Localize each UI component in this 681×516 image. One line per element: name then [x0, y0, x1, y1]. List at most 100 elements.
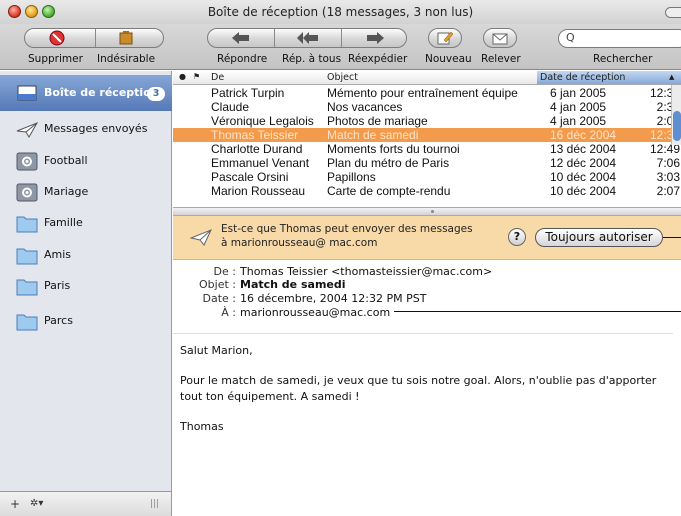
sender-cell: Patrick Turpin: [211, 86, 285, 100]
subject-cell: Mémento pour entraînement équipe: [327, 86, 518, 100]
sent-icon: [16, 122, 39, 138]
splitter-dot: [431, 210, 434, 213]
sender-cell: Véronique Legalois: [211, 114, 314, 128]
scroll-thumb[interactable]: [673, 111, 681, 141]
smart-folder-icon: [16, 152, 38, 171]
message-row[interactable]: Claude Nos vacances 4 jan 2005 2:37: [173, 100, 681, 114]
junk-icon[interactable]: [118, 30, 134, 49]
subject-key: Objet :: [199, 278, 236, 291]
permission-line-1: Est-ce que Thomas peut envoyer des messa…: [221, 223, 473, 235]
sidebar-item-label: Football: [44, 154, 88, 167]
get-mail-button[interactable]: Relever: [481, 53, 521, 65]
search-input[interactable]: Q: [558, 29, 681, 48]
search-icon: Q: [566, 31, 575, 44]
message-row[interactable]: Charlotte Durand Moments forts du tournoi…: [173, 142, 681, 156]
delete-button[interactable]: Supprimer: [28, 53, 83, 65]
list-scrollbar[interactable]: [671, 85, 681, 145]
time-cell: 3:03: [656, 170, 680, 184]
title-bar: Boîte de réception (18 messages, 3 non l…: [0, 0, 681, 24]
date-cell: 13 déc 2004: [550, 142, 617, 156]
inbox-icon: [17, 85, 37, 101]
add-mailbox-button[interactable]: +: [10, 497, 20, 511]
search-label: Rechercher: [593, 53, 653, 65]
toolbar: Supprimer Indésirable Répondre Rép. à to…: [0, 24, 681, 70]
column-status[interactable]: ●: [179, 72, 186, 81]
greeting: Salut Marion,: [180, 344, 253, 357]
delete-icon[interactable]: [49, 30, 65, 49]
folder-icon: [16, 279, 38, 296]
message-row[interactable]: Pascale Orsini Papillons 10 déc 2004 3:03: [173, 170, 681, 184]
to-value[interactable]: marionrousseau@mac.com: [240, 306, 390, 319]
date-cell: 4 jan 2005: [550, 100, 607, 114]
sidebar-item-sent[interactable]: Messages envoyés: [0, 111, 172, 147]
date-cell: 10 déc 2004: [550, 184, 617, 198]
date-cell: 4 jan 2005: [550, 114, 607, 128]
subject-cell: Match de samedi: [327, 128, 419, 142]
message-row[interactable]: Thomas Teissier Match de samedi 16 déc 200…: [173, 128, 681, 142]
pane-splitter[interactable]: [173, 207, 681, 216]
new-message-button[interactable]: Nouveau: [425, 53, 472, 65]
forward-icon[interactable]: [366, 32, 384, 47]
sort-ascending-icon[interactable]: ▲: [669, 73, 674, 81]
column-flag[interactable]: ⚑: [193, 72, 200, 81]
sidebar-item-famille[interactable]: Famille: [0, 205, 172, 241]
column-subject[interactable]: Object: [327, 72, 358, 83]
sender-cell: Thomas Teissier: [211, 128, 299, 142]
column-date[interactable]: Date de réception: [540, 72, 625, 83]
subject-cell: Carte de compte-rendu: [327, 184, 451, 198]
subject-cell: Photos de mariage: [327, 114, 428, 128]
callout-line: [663, 237, 681, 238]
resize-handle[interactable]: |||: [150, 499, 159, 509]
sender-cell: Charlotte Durand: [211, 142, 303, 156]
sender-permission-banner: Est-ce que Thomas peut envoyer des messa…: [173, 216, 681, 260]
sender-cell: Emmanuel Venant: [211, 156, 310, 170]
from-key: De :: [213, 265, 236, 278]
date-key: Date :: [202, 292, 237, 305]
get-mail-icon: [492, 33, 508, 45]
message-row[interactable]: Véronique Legalois Photos de mariage 4 jan…: [173, 114, 681, 128]
to-key: À :: [221, 306, 236, 319]
junk-button[interactable]: Indésirable: [97, 53, 155, 65]
date-cell: 16 déc 2004: [550, 128, 617, 142]
new-message-button-shape[interactable]: [428, 28, 462, 48]
date-cell: 12 déc 2004: [550, 156, 617, 170]
action-menu-button[interactable]: ✲▾: [30, 498, 43, 509]
subject-cell: Moments forts du tournoi: [327, 142, 460, 156]
sender-cell: Marion Rousseau: [211, 184, 306, 198]
column-from[interactable]: De: [211, 72, 224, 83]
always-allow-button[interactable]: Toujours autoriser: [535, 228, 663, 247]
message-list: ● ⚑ De Object Date de réception ▲ Patric…: [173, 71, 681, 211]
smart-folder-icon: [16, 183, 38, 202]
reply-button[interactable]: Répondre: [217, 53, 267, 65]
help-button[interactable]: ?: [508, 228, 526, 246]
sidebar-item-label: Parcs: [44, 314, 73, 327]
time-cell: 2:07: [656, 184, 680, 198]
date-cell: 6 jan 2005: [550, 86, 607, 100]
forward-button[interactable]: Réexpédier: [348, 53, 407, 65]
toolbar-toggle-button[interactable]: [665, 7, 681, 18]
sidebar-item-parcs[interactable]: Parcs: [0, 303, 172, 339]
folder-icon: [16, 248, 38, 265]
date-value: 16 décembre, 2004 12:32 PM PST: [240, 292, 427, 305]
reply-all-button[interactable]: Rép. à tous: [282, 53, 341, 65]
mailbox-sidebar: Boîte de réception 3 Messages envoyés Fo…: [0, 71, 172, 491]
reply-icon[interactable]: [232, 32, 250, 47]
reply-all-icon[interactable]: [297, 32, 319, 47]
list-header: ● ⚑ De Object Date de réception ▲: [173, 71, 681, 85]
sidebar-item-paris[interactable]: Paris: [0, 268, 172, 304]
subject-value: Match de samedi: [240, 278, 346, 291]
get-mail-button-shape[interactable]: [483, 28, 517, 48]
sender-cell: Claude: [211, 100, 250, 114]
message-row[interactable]: Patrick Turpin Mémento pour entraînement …: [173, 86, 681, 100]
message-row[interactable]: Marion Rousseau Carte de compte-rendu 10 d…: [173, 184, 681, 198]
message-view: De : Thomas Teissier <thomasteissier@mac.…: [173, 261, 681, 516]
sender-cell: Pascale Orsini: [211, 170, 289, 184]
subject-cell: Plan du métro de Paris: [327, 156, 450, 170]
sidebar-item-inbox[interactable]: Boîte de réception 3: [0, 75, 172, 111]
time-cell: 7:06: [656, 156, 680, 170]
sidebar-item-label: Boîte de réception: [44, 86, 159, 99]
message-row[interactable]: Emmanuel Venant Plan du métro de Paris 12 …: [173, 156, 681, 170]
from-value[interactable]: Thomas Teissier <thomasteissier@mac.com>: [240, 265, 492, 278]
message-body: Salut Marion, Pour le match de samedi, j…: [180, 343, 678, 449]
callout-line: [394, 311, 681, 312]
